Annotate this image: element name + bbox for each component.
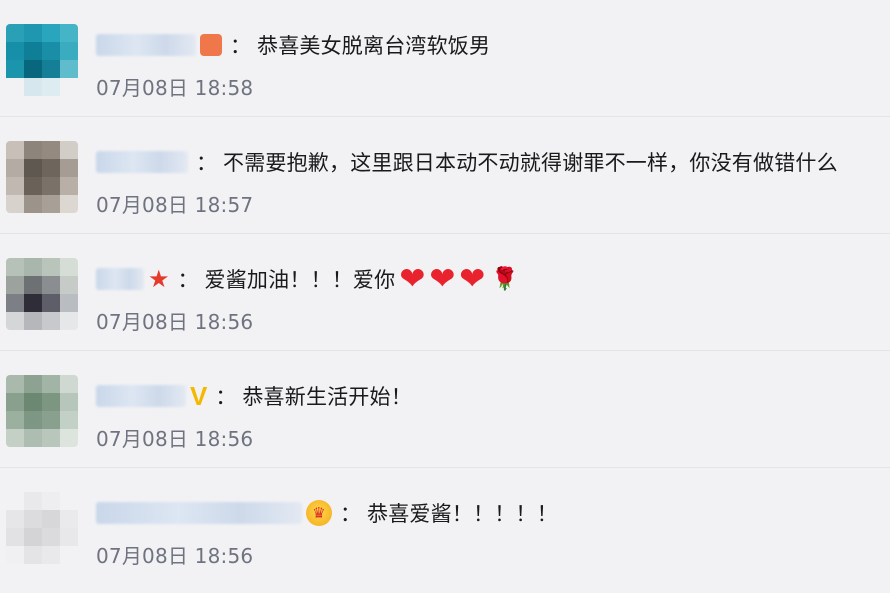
username-blurred[interactable]: [96, 151, 188, 173]
colon: ：: [177, 268, 199, 292]
comment-text: 恭喜爱酱！！！！！: [367, 502, 558, 526]
comment-text: 恭喜美女脱离台湾软饭男: [257, 34, 491, 58]
comment-item: ♛ ： 恭喜爱酱！！！！！ 07月08日 18:56: [0, 468, 890, 585]
avatar[interactable]: [6, 24, 78, 96]
comment-time: 07月08日 18:56: [96, 544, 254, 568]
comment-item: ： 恭喜美女脱离台湾软饭男 07月08日 18:58: [0, 0, 890, 117]
heart-icon: ❤: [429, 260, 456, 297]
verified-v-icon: V: [190, 381, 208, 411]
colon: ：: [230, 34, 251, 58]
star-badge-icon: ★: [148, 265, 170, 293]
comment-item: ： 不需要抱歉，这里跟日本动不动就得谢罪不一样，你没有做错什么 07月08日 1…: [0, 117, 890, 234]
username-blurred[interactable]: [96, 502, 302, 524]
comment-text: 不需要抱歉，这里跟日本动不动就得谢罪不一样，你没有做错什么: [223, 151, 838, 175]
heart-icon: ❤: [399, 260, 426, 297]
colon: ：: [196, 151, 217, 175]
comment-list: ： 恭喜美女脱离台湾软饭男 07月08日 18:58 ： 不需要抱歉，这里跟日本…: [0, 0, 890, 593]
crown-badge-icon: ♛: [306, 500, 332, 526]
comment-text: 恭喜新生活开始！: [242, 385, 412, 409]
username-blurred[interactable]: [96, 34, 196, 56]
avatar[interactable]: [6, 375, 78, 447]
user-badge-icon: [200, 34, 222, 56]
colon: ：: [340, 502, 361, 526]
comment-time: 07月08日 18:56: [96, 310, 254, 334]
comment-time: 07月08日 18:57: [96, 193, 254, 217]
rose-icon: 🌹: [491, 266, 519, 292]
comment-time: 07月08日 18:56: [96, 427, 254, 451]
username-blurred[interactable]: [96, 385, 186, 407]
colon: ：: [215, 385, 237, 409]
username-blurred[interactable]: [96, 268, 144, 290]
comment-item: ★ ： 爱酱加油！！！爱你 ❤ ❤ ❤ 🌹 07月08日 18:56: [0, 234, 890, 351]
comment-time: 07月08日 18:58: [96, 76, 254, 100]
comment-text: 爱酱加油！！！爱你: [204, 268, 396, 292]
comment-item: V ： 恭喜新生活开始！ 07月08日 18:56: [0, 351, 890, 468]
heart-icon: ❤: [459, 260, 486, 297]
avatar[interactable]: [6, 258, 78, 330]
avatar[interactable]: [6, 141, 78, 213]
avatar[interactable]: [6, 492, 78, 564]
